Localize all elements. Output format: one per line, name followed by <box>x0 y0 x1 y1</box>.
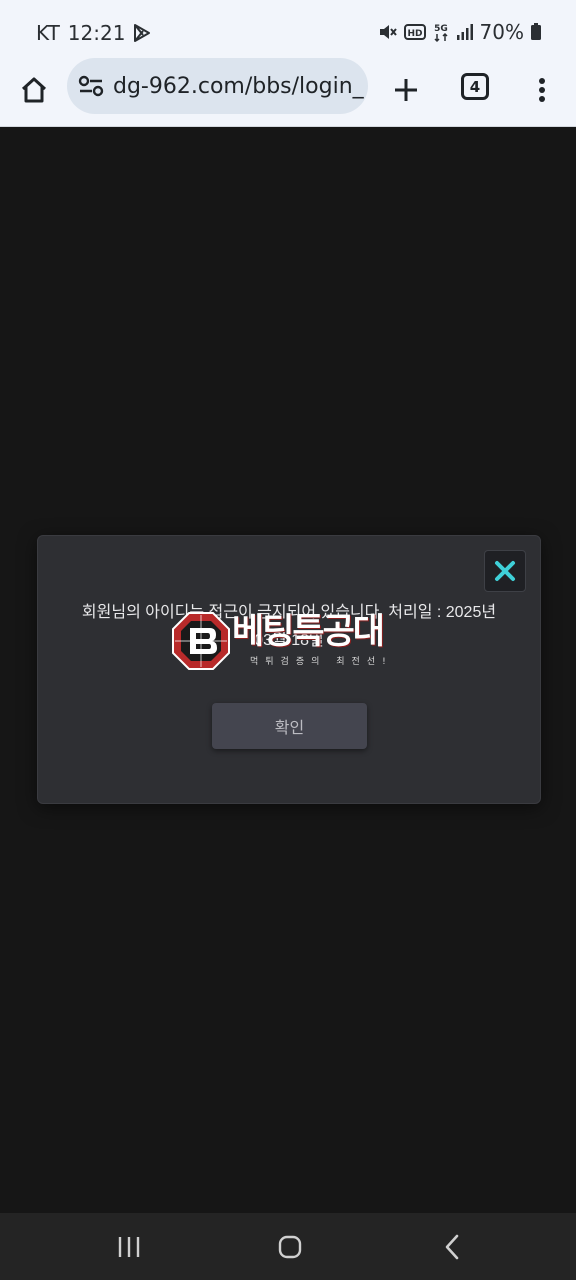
signal-icon <box>456 21 474 43</box>
url-bar[interactable]: dg-962.com/bbs/login_ <box>67 58 368 114</box>
new-tab-icon <box>395 79 417 101</box>
home-nav-icon <box>278 1235 302 1259</box>
system-nav-bar <box>0 1213 576 1280</box>
carrier: KT <box>36 21 60 45</box>
battery-icon <box>530 21 542 43</box>
hd-icon: HD <box>403 21 426 43</box>
tab-count: 4 <box>469 77 481 96</box>
browser-toolbar: dg-962.com/bbs/login_ 4 <box>0 58 576 127</box>
back-button[interactable] <box>432 1231 472 1263</box>
url-text[interactable]: dg-962.com/bbs/login_ <box>113 74 364 99</box>
back-icon <box>445 1234 459 1260</box>
close-button[interactable] <box>484 550 526 592</box>
5g-icon: 5G <box>432 21 450 43</box>
dialog-message: 회원님의 아이디는 접근이 금지되어 있습니다. 처리일 : 2025년 03월… <box>81 604 497 649</box>
more-menu-button[interactable] <box>526 70 558 110</box>
svg-text:5G: 5G <box>434 24 448 34</box>
new-tab-button[interactable] <box>386 70 426 110</box>
alert-dialog: 회원님의 아이디는 접근이 금지되어 있습니다. 처리일 : 2025년 03월… <box>37 535 541 804</box>
play-store-icon <box>133 22 151 44</box>
site-info-icon[interactable] <box>78 74 104 98</box>
home-icon <box>21 77 47 103</box>
tabs-button[interactable]: 4 <box>461 73 489 100</box>
close-icon <box>495 561 515 581</box>
battery-percent: 70% <box>479 20 524 44</box>
mute-icon <box>378 21 398 43</box>
status-right: HD 5G 70% <box>378 20 542 44</box>
status-left: KT 12:21 <box>36 21 151 45</box>
more-icon <box>539 78 545 102</box>
recent-apps-icon <box>118 1237 140 1257</box>
svg-text:HD: HD <box>407 29 422 39</box>
recent-apps-button[interactable] <box>109 1231 149 1263</box>
home-button[interactable] <box>14 70 54 110</box>
confirm-button[interactable]: 확인 <box>212 703 367 749</box>
home-nav-button[interactable] <box>270 1231 310 1263</box>
clock: 12:21 <box>67 21 126 45</box>
status-bar: KT 12:21 HD 5G 70% <box>0 0 576 62</box>
